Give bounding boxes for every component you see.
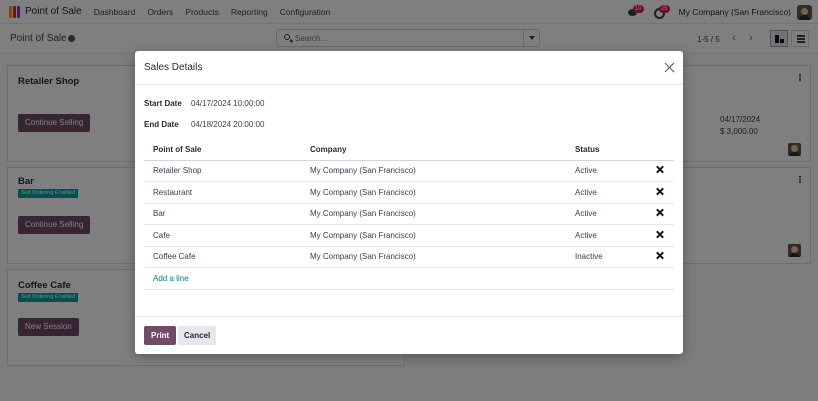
table-row[interactable]: Cafe My Company (San Francisco) Active <box>144 224 674 247</box>
cell-company[interactable]: My Company (San Francisco) <box>301 246 566 268</box>
cell-point-of-sale[interactable]: Restaurant <box>144 181 301 204</box>
start-date-label: Start Date <box>144 99 182 108</box>
delete-row-icon[interactable] <box>656 252 664 260</box>
print-button[interactable]: Print <box>144 326 177 345</box>
cell-point-of-sale[interactable]: Cafe <box>144 224 301 247</box>
table-header-row: Point of Sale Company Status <box>144 139 674 161</box>
pos-lines-table: Point of Sale Company Status Retailer Sh… <box>144 139 674 290</box>
cell-point-of-sale[interactable]: Coffee Cafe <box>144 246 301 268</box>
cell-point-of-sale[interactable]: Retailer Shop <box>144 160 301 182</box>
cell-status[interactable]: Active <box>566 203 646 225</box>
cell-company[interactable]: My Company (San Francisco) <box>301 181 566 204</box>
delete-row-icon[interactable] <box>656 187 664 195</box>
close-icon[interactable] <box>664 62 675 73</box>
cell-point-of-sale[interactable]: Bar <box>144 203 301 225</box>
start-date-field[interactable]: 04/17/2024 10:00:00 <box>191 99 264 108</box>
column-header-company: Company <box>301 139 566 161</box>
sales-details-dialog: Sales Details Start Date 04/17/2024 10:0… <box>135 51 683 354</box>
column-header-status: Status <box>566 139 646 161</box>
table-row[interactable]: Bar My Company (San Francisco) Active <box>144 203 674 225</box>
delete-row-icon[interactable] <box>656 209 664 217</box>
add-a-line-link[interactable]: Add a line <box>153 274 189 283</box>
cell-company[interactable]: My Company (San Francisco) <box>301 203 566 225</box>
modal-header: Sales Details <box>135 51 683 85</box>
cell-company[interactable]: My Company (San Francisco) <box>301 224 566 247</box>
cancel-button[interactable]: Cancel <box>178 326 217 345</box>
modal-title: Sales Details <box>144 62 203 73</box>
end-date-label: End Date <box>144 120 179 129</box>
end-date-field[interactable]: 04/18/2024 20:00:00 <box>191 120 264 129</box>
delete-row-icon[interactable] <box>656 166 664 174</box>
cell-status[interactable]: Active <box>566 224 646 247</box>
column-header-point-of-sale: Point of Sale <box>144 139 301 161</box>
column-header-actions <box>646 139 674 161</box>
cell-status[interactable]: Active <box>566 160 646 182</box>
delete-row-cell <box>646 181 674 204</box>
cell-status[interactable]: Active <box>566 181 646 204</box>
table-row[interactable]: Coffee Cafe My Company (San Francisco) I… <box>144 246 674 268</box>
table-row[interactable]: Restaurant My Company (San Francisco) Ac… <box>144 181 674 204</box>
delete-row-cell <box>646 160 674 182</box>
delete-row-cell <box>646 224 674 247</box>
add-line-row: Add a line <box>144 267 674 290</box>
delete-row-cell <box>646 246 674 268</box>
delete-row-cell <box>646 203 674 225</box>
delete-row-icon[interactable] <box>656 230 664 238</box>
modal-footer: Print Cancel <box>135 316 683 354</box>
cell-company[interactable]: My Company (San Francisco) <box>301 160 566 182</box>
cell-status[interactable]: Inactive <box>566 246 646 268</box>
table-row[interactable]: Retailer Shop My Company (San Francisco)… <box>144 160 674 182</box>
